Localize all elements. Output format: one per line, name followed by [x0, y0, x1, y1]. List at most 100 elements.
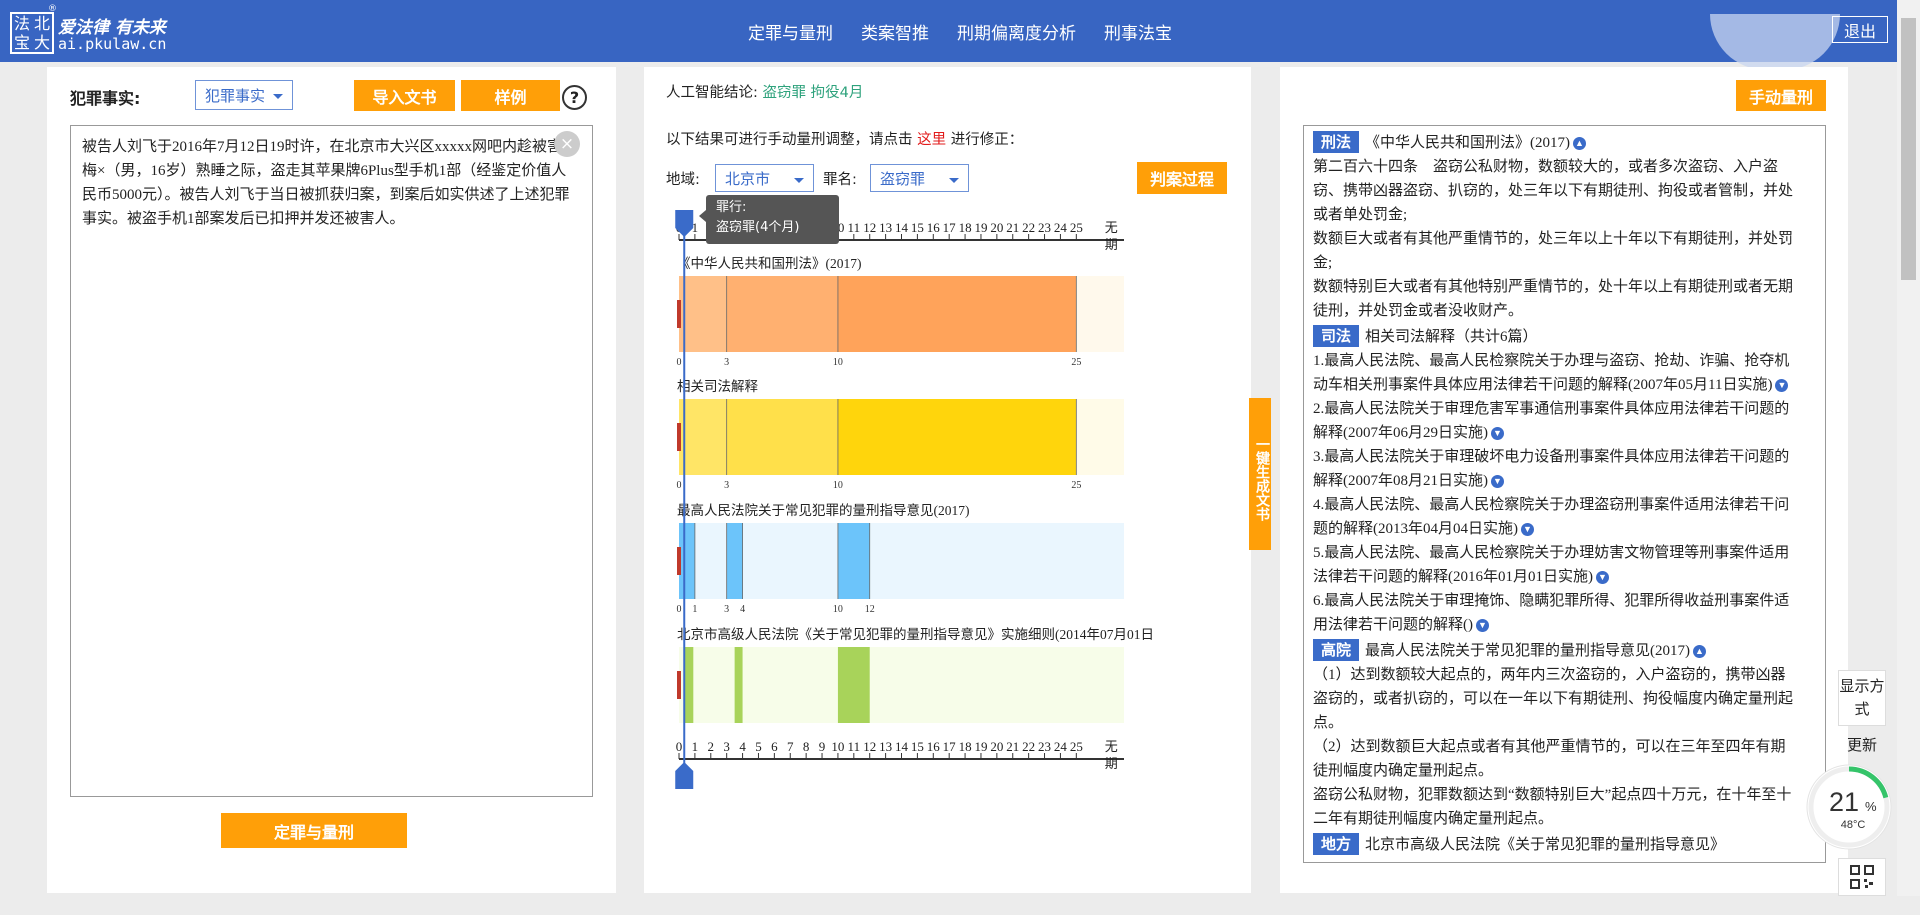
range-bar [837, 647, 870, 723]
range-tick-label: 10 [833, 604, 843, 615]
manual-sentencing-button[interactable]: 手动量刑 [1736, 80, 1826, 111]
chevron-down-icon[interactable]: ▼ [1596, 571, 1609, 585]
bottom-axis-tick-label: 12 [863, 739, 876, 754]
bottom-axis-tick-label: 20 [990, 739, 1003, 754]
range-bar [1076, 276, 1124, 352]
interpretation-item[interactable]: 1.最高人民法院、最高人民检察院关于办理与盗窃、抢劫、诈骗、抢夺机动车相关刑事案… [1313, 349, 1797, 397]
logo-url: ai.pkulaw.cn [58, 35, 167, 53]
criminal-law-title: 《中华人民共和国刑法》(2017) [1365, 135, 1571, 151]
import-document-button[interactable]: 导入文书 [354, 80, 455, 111]
top-axis-tick-label: 25 [1070, 220, 1083, 235]
bottom-axis-tick-label: 14 [895, 739, 909, 754]
interpretation-item[interactable]: 4.最高人民法院、最高人民检察院关于办理盗窃刑事案件适用法律若干问题的解释(20… [1313, 493, 1797, 541]
bottom-axis-tick-label: 16 [927, 739, 941, 754]
page-scrollbar[interactable] [1897, 0, 1920, 915]
facts-label: 犯罪事实: [70, 89, 141, 108]
main-nav: 定罪与量刑 类案智推 刑期偏离度分析 刑事法宝 [748, 0, 1200, 62]
bottom-axis-end-label: 期 [1105, 757, 1118, 772]
interpretation-text: 5.最高人民法院、最高人民检察院关于办理妨害文物管理等刑事案件适用法律若干问题的… [1313, 545, 1790, 585]
display-mode-button[interactable]: 显示方式 [1838, 670, 1886, 726]
bottom-axis-tick-label: 11 [848, 739, 861, 754]
series-title: 最高人民法院关于常见犯罪的量刑指导意见(2017) [677, 502, 970, 518]
logout-button[interactable]: 退出 [1832, 16, 1888, 43]
chevron-up-icon[interactable]: ▲ [1693, 645, 1707, 659]
guidance-paragraph: （2）达到数额巨大起点或者有其他严重情节的，可以在三年至四年有期徒刑幅度内确定量… [1313, 739, 1786, 779]
interpretation-item[interactable]: 5.最高人民法院、最高人民检察院关于办理妨害文物管理等刑事案件适用法律若干问题的… [1313, 541, 1797, 589]
top-axis-end-label: 无 [1105, 221, 1118, 236]
local-tag: 地方 [1313, 833, 1360, 855]
sentence-range-chart: 0123456789101112131415161718192021222324… [675, 210, 1154, 789]
interpretation-tag: 司法 [1313, 325, 1360, 347]
chevron-down-icon[interactable]: ▼ [1476, 619, 1489, 633]
law-panel: 手动量刑 刑法 《中华人民共和国刑法》(2017) ▲ 第二百六十四条 盗窃公私财物… [1280, 67, 1848, 893]
interpretation-item[interactable]: 2.最高人民法院关于审理危害军事通信刑事案件具体应用法律若干问题的解释(2007… [1313, 397, 1797, 445]
sample-button[interactable]: 样例 [461, 80, 560, 111]
bottom-axis-tick-label: 0 [676, 739, 683, 754]
bottom-axis-end-label: 无 [1105, 740, 1118, 755]
range-tick-label: 1 [692, 604, 697, 615]
gauge-temperature: 48°C [1841, 819, 1866, 831]
law-reference-box: 刑法 《中华人民共和国刑法》(2017) ▲ 第二百六十四条 盗窃公私财物，数额较大… [1303, 125, 1826, 863]
refresh-button[interactable]: 更新 [1838, 734, 1886, 762]
range-tick-label: 0 [677, 357, 682, 368]
range-bar [679, 523, 695, 599]
chevron-down-icon[interactable]: ▼ [1775, 379, 1789, 393]
bottom-axis-tick-label: 5 [755, 739, 762, 754]
facts-type-select[interactable]: 犯罪事实 [195, 80, 293, 110]
system-monitor-gauge[interactable]: 21 % 48°C [1804, 762, 1894, 852]
nav-item-deviation-analysis[interactable]: 刑期偏离度分析 [957, 19, 1076, 44]
interpretation-text: 1.最高人民法院、最高人民检察院关于办理与盗窃、抢劫、诈骗、抢夺机动车相关刑事案… [1313, 353, 1790, 393]
generate-document-button[interactable]: 一键生成文书 [1249, 398, 1271, 550]
top-axis-tick-label: 13 [879, 220, 892, 235]
interpretation-item[interactable]: 3.最高人民法院关于审理破坏电力设备刑事案件具体应用法律若干问题的解释(2007… [1313, 445, 1797, 493]
range-bar [679, 523, 1124, 599]
range-bar [734, 647, 743, 723]
top-axis-tick-label: 12 [863, 220, 876, 235]
bottom-axis-tick-label: 8 [803, 739, 810, 754]
nav-item-sentencing[interactable]: 定罪与量刑 [748, 19, 833, 44]
clear-text-icon[interactable]: × [554, 131, 580, 157]
bottom-axis-tick-label: 23 [1038, 739, 1051, 754]
facts-type-value: 犯罪事实 [205, 86, 266, 105]
range-tick-label: 12 [865, 604, 875, 615]
nav-item-criminal-law[interactable]: 刑事法宝 [1104, 19, 1172, 44]
bottom-axis-tick-label: 19 [974, 739, 987, 754]
bottom-axis-tick-label: 9 [819, 739, 826, 754]
interpretation-item[interactable]: 6.最高人民法院关于审理掩饰、隐瞒犯罪所得、犯罪所得收益刑事案件适用法律若干问题… [1313, 589, 1797, 637]
chevron-down-icon[interactable]: ▼ [1521, 523, 1534, 537]
range-bar [679, 647, 1124, 723]
chevron-down-icon [273, 94, 283, 99]
facts-textarea[interactable]: 被告人刘飞于2016年7月12日19时许，在北京市大兴区xxxxx网吧内趁被害人… [70, 125, 593, 797]
sentencing-submit-button[interactable]: 定罪与量刑 [221, 813, 407, 848]
qr-code-graphic [1850, 865, 1874, 889]
top-axis-tick-label: 17 [943, 220, 957, 235]
bottom-axis-tick-label: 21 [1006, 739, 1019, 754]
range-bar [837, 276, 1077, 352]
top-axis-tick-label: 11 [848, 220, 861, 235]
bottom-strip [0, 896, 1920, 915]
series-title: 北京市高级人民法院《关于常见犯罪的量刑指导意见》实施细则(2014年07月01日 [677, 626, 1154, 642]
bottom-axis-tick-label: 18 [959, 739, 972, 754]
top-axis-tick-label: 20 [990, 220, 1003, 235]
interpretation-text: 3.最高人民法院关于审理破坏电力设备刑事案件具体应用法律若干问题的解释(2007… [1313, 449, 1790, 489]
top-axis-tick-label: 21 [1006, 220, 1019, 235]
top-axis-tick-label: 18 [959, 220, 972, 235]
page-scrollbar-thumb[interactable] [1901, 18, 1916, 280]
user-avatar[interactable] [1710, 14, 1840, 70]
chevron-down-icon[interactable]: ▼ [1491, 475, 1504, 489]
chevron-up-icon[interactable]: ▲ [1573, 137, 1587, 151]
article-paragraph: 数额特别巨大或者有其他特别严重情节的，处十年以上有期徒刑或者无期徒刑，并处罚金或… [1313, 279, 1794, 319]
help-icon[interactable]: ? [562, 85, 587, 110]
chevron-down-icon[interactable]: ▼ [1491, 427, 1504, 441]
range-bar [679, 399, 727, 475]
local-title: 北京市高级人民法院《关于常见犯罪的量刑指导意见》 [1365, 837, 1726, 853]
logo-char: 北 [33, 14, 50, 33]
bottom-axis-tick-label: 4 [739, 739, 746, 754]
series-title: 《中华人民共和国刑法》(2017) [677, 256, 862, 271]
range-bar [726, 276, 838, 352]
qr-code-icon[interactable] [1838, 858, 1886, 896]
row-marker [677, 423, 681, 451]
registered-mark: ® [48, 4, 57, 14]
nav-item-similar-cases[interactable]: 类案智推 [861, 19, 929, 44]
logo[interactable]: 法 北 宝 大 [10, 12, 54, 54]
